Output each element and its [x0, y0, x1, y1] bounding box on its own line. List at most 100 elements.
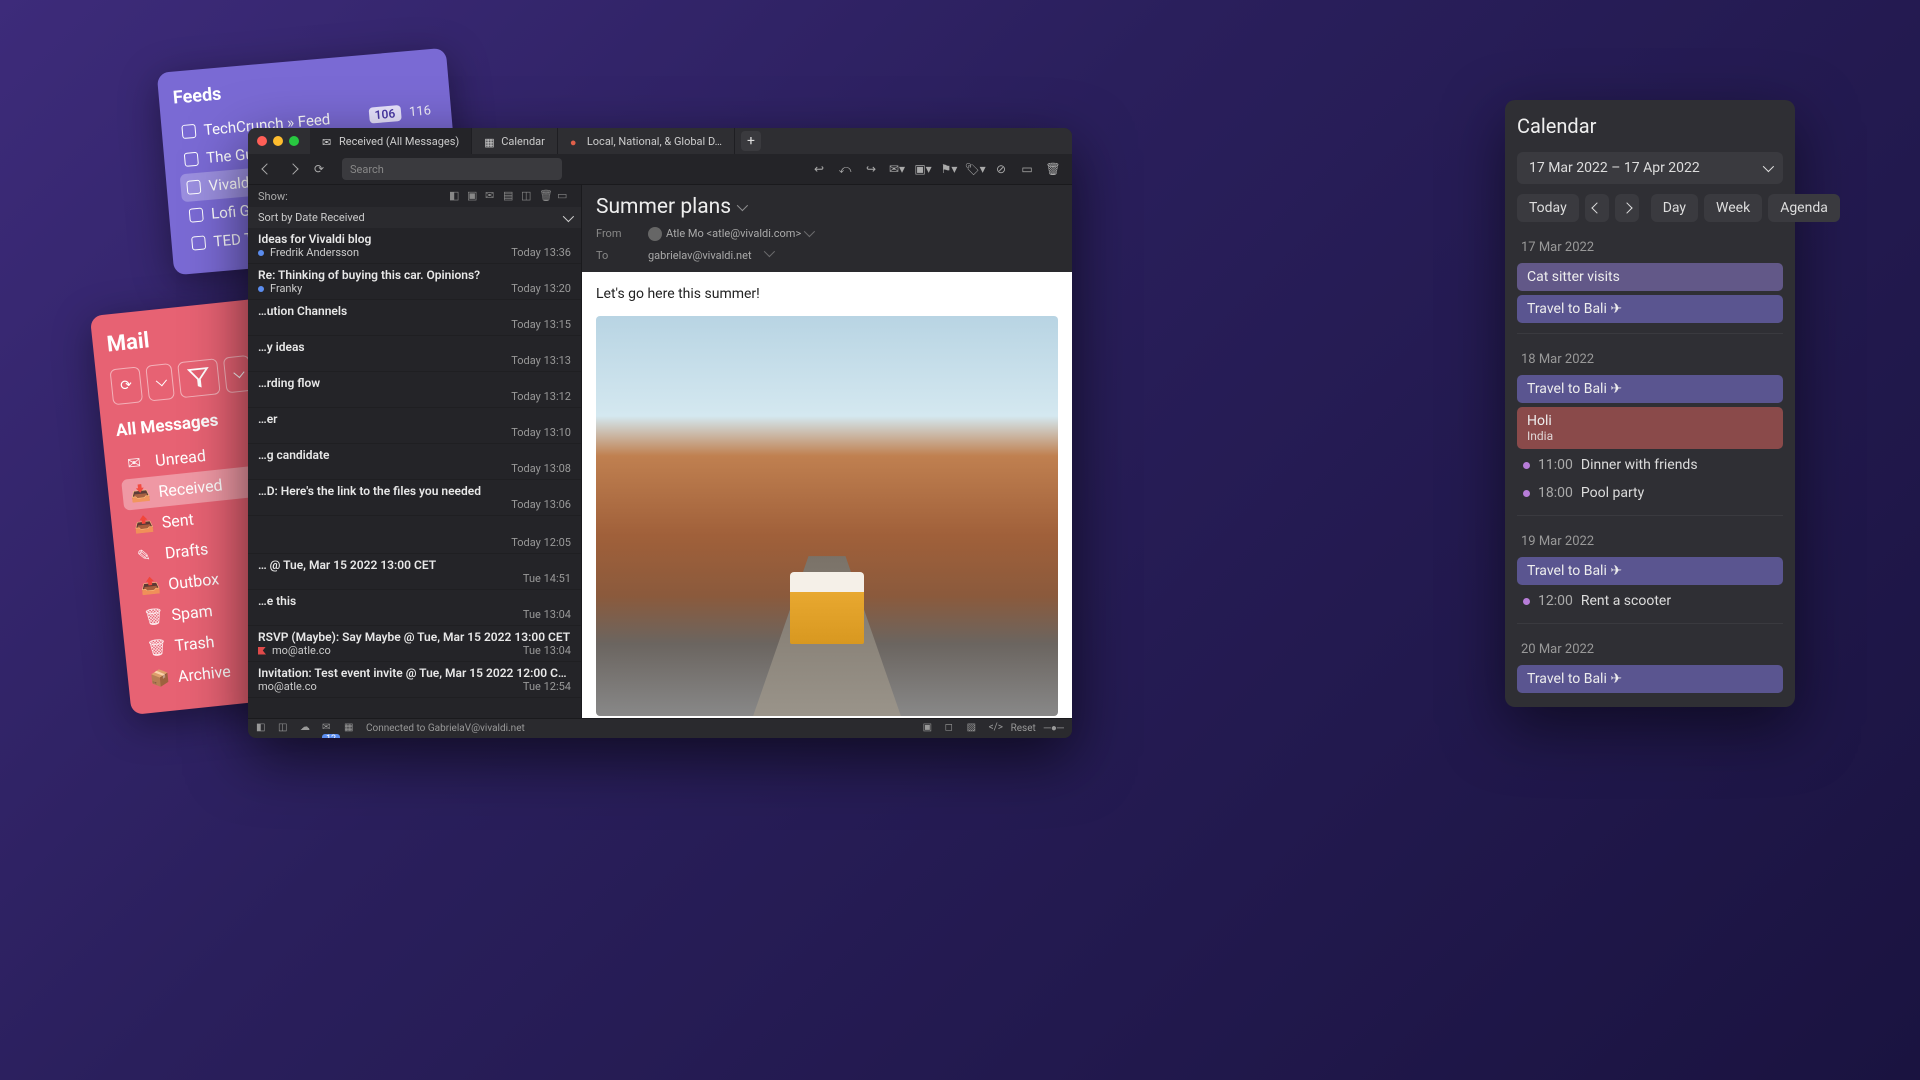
prev-button[interactable] [1585, 194, 1609, 222]
message-row[interactable]: …D: Here's the link to the files you nee… [248, 480, 581, 516]
mail-status-icon[interactable]: ✉12 [322, 722, 336, 736]
forward-button[interactable] [282, 158, 304, 180]
calendar-status-icon[interactable]: ▦ [344, 722, 358, 736]
unread-dot [258, 250, 264, 256]
today-button[interactable]: Today [1517, 194, 1579, 222]
view-week[interactable]: Week [1704, 194, 1762, 222]
folder-icon: 🗑 [146, 638, 166, 658]
message-row[interactable]: …g candidateToday 13:08 [248, 444, 581, 480]
next-button[interactable] [1615, 194, 1639, 222]
calendar-day-header: 20 Mar 2022 [1517, 642, 1783, 657]
message-title: Summer plans [596, 195, 1058, 219]
event-dot [1523, 490, 1530, 497]
minimize-window-button[interactable] [273, 136, 283, 146]
message-row[interactable]: Re: Thinking of buying this car. Opinion… [248, 264, 581, 300]
new-tab-button[interactable]: + [741, 131, 761, 151]
calendar-title: Calendar [1517, 114, 1783, 138]
refresh-dropdown[interactable] [145, 363, 175, 401]
capture-icon[interactable]: ▣ [923, 722, 937, 736]
dev-icon[interactable]: </> [989, 722, 1003, 736]
filter-button[interactable] [177, 358, 220, 398]
calendar-event[interactable]: Travel to Bali ✈ [1517, 375, 1783, 403]
message-row[interactable]: …y ideasToday 13:13 [248, 336, 581, 372]
message-row[interactable]: …erToday 13:10 [248, 408, 581, 444]
maximize-window-button[interactable] [289, 136, 299, 146]
label-button[interactable]: 🏷▾ [964, 158, 986, 180]
cloud-icon[interactable]: ☁ [300, 722, 314, 736]
avatar [648, 227, 662, 241]
message-row[interactable]: …rding flowToday 13:12 [248, 372, 581, 408]
close-window-button[interactable] [257, 136, 267, 146]
folder-icon: ✉ [126, 453, 146, 473]
calendar-timed-event[interactable]: 11:00Dinner with friends [1517, 453, 1783, 477]
tab-news[interactable]: ●Local, National, & Global D… [558, 128, 735, 154]
calendar-event[interactable]: Travel to Bali ✈ [1517, 295, 1783, 323]
flag-button[interactable]: ⚑▾ [938, 158, 960, 180]
show-thread-icon[interactable]: ◧ [449, 189, 463, 203]
reset-button[interactable]: Reset [1011, 723, 1036, 734]
archive-button[interactable]: ▭ [1016, 158, 1038, 180]
rss-icon [181, 124, 196, 139]
show-trash-icon[interactable]: 🗑 [539, 189, 553, 203]
toolbar: ⟳ Search ↩ ⤺ ↪ ✉▾ ▣▾ ⚑▾ 🏷▾ ⊘ ▭ 🗑 [248, 154, 1072, 185]
mark-read-button[interactable]: ✉▾ [886, 158, 908, 180]
calendar-event[interactable]: HoliIndia [1517, 407, 1783, 449]
show-unread-icon[interactable]: ✉ [485, 189, 499, 203]
calendar-icon: ▦ [484, 136, 495, 147]
tab-calendar[interactable]: ▦Calendar [472, 128, 558, 154]
attached-image [596, 316, 1058, 716]
message-row[interactable]: … @ Tue, Mar 15 2022 13:00 CETTue 14:51 [248, 554, 581, 590]
email-client-window: ✉Received (All Messages) ▦Calendar ●Loca… [248, 128, 1072, 738]
calendar-timed-event[interactable]: 18:00Pool party [1517, 481, 1783, 505]
delete-button[interactable]: 🗑 [1042, 158, 1064, 180]
search-input[interactable]: Search [342, 158, 562, 180]
forward-mail-button[interactable]: ↪ [860, 158, 882, 180]
folder-icon: 📥 [130, 483, 150, 503]
move-button[interactable]: ▣▾ [912, 158, 934, 180]
reload-button[interactable]: ⟳ [308, 158, 330, 180]
message-row[interactable]: RSVP (Maybe): Say Maybe @ Tue, Mar 15 20… [248, 626, 581, 662]
calendar-event[interactable]: Travel to Bali ✈ [1517, 665, 1783, 693]
event-dot [1523, 462, 1530, 469]
calendar-event[interactable]: Cat sitter visits [1517, 263, 1783, 291]
reply-all-button[interactable]: ⤺ [834, 158, 856, 180]
message-row[interactable]: Invitation: Test event invite @ Tue, Mar… [248, 662, 581, 698]
event-dot [1523, 598, 1530, 605]
sync-icon[interactable]: ◫ [278, 722, 292, 736]
tab-received[interactable]: ✉Received (All Messages) [310, 128, 472, 154]
show-flag-icon[interactable]: ▤ [503, 189, 517, 203]
message-row[interactable]: Today 12:05 [248, 516, 581, 554]
calendar-day-header: 18 Mar 2022 [1517, 352, 1783, 367]
message-row[interactable]: …ution ChannelsToday 13:15 [248, 300, 581, 336]
to-value[interactable]: gabrielav@vivaldi.net [648, 249, 752, 262]
zoom-slider[interactable]: ─●─ [1044, 723, 1064, 734]
sort-bar[interactable]: Sort by Date Received [248, 207, 581, 228]
message-row[interactable]: …e thisTue 13:04 [248, 590, 581, 626]
show-bar: Show: ◧ ▣ ✉ ▤ ◫ 🗑 ▭ [248, 185, 581, 207]
panel-toggle-icon[interactable]: ◧ [256, 722, 270, 736]
reply-button[interactable]: ↩ [808, 158, 830, 180]
image-icon[interactable]: ▨ [967, 722, 981, 736]
statusbar: ◧ ◫ ☁ ✉12 ▦ Connected to GabrielaV@vival… [248, 718, 1072, 738]
camera-icon[interactable]: ◻ [945, 722, 959, 736]
message-row[interactable]: Ideas for Vivaldi blogFredrik AnderssonT… [248, 228, 581, 264]
folder-icon: 📤 [139, 576, 159, 596]
folder-icon: 📤 [133, 514, 153, 534]
from-value[interactable]: Atle Mo <atle@vivaldi.com> [666, 227, 801, 240]
show-archive-icon[interactable]: ▭ [557, 189, 571, 203]
rss-icon [191, 235, 206, 250]
rss-icon [189, 208, 204, 223]
rss-icon [184, 152, 199, 167]
calendar-timed-event[interactable]: 12:00Rent a scooter [1517, 589, 1783, 613]
reader-pane: Summer plans FromAtle Mo <atle@vivaldi.c… [582, 185, 1072, 718]
show-folder-icon[interactable]: ▣ [467, 189, 481, 203]
date-range-picker[interactable]: 17 Mar 2022 – 17 Apr 2022 [1517, 152, 1783, 184]
view-day[interactable]: Day [1651, 194, 1698, 222]
refresh-button[interactable]: ⟳ [110, 366, 143, 405]
view-agenda[interactable]: Agenda [1768, 194, 1840, 222]
back-button[interactable] [256, 158, 278, 180]
calendar-event[interactable]: Travel to Bali ✈ [1517, 557, 1783, 585]
show-attach-icon[interactable]: ◫ [521, 189, 535, 203]
chevron-down-icon [563, 210, 574, 221]
spam-button[interactable]: ⊘ [990, 158, 1012, 180]
